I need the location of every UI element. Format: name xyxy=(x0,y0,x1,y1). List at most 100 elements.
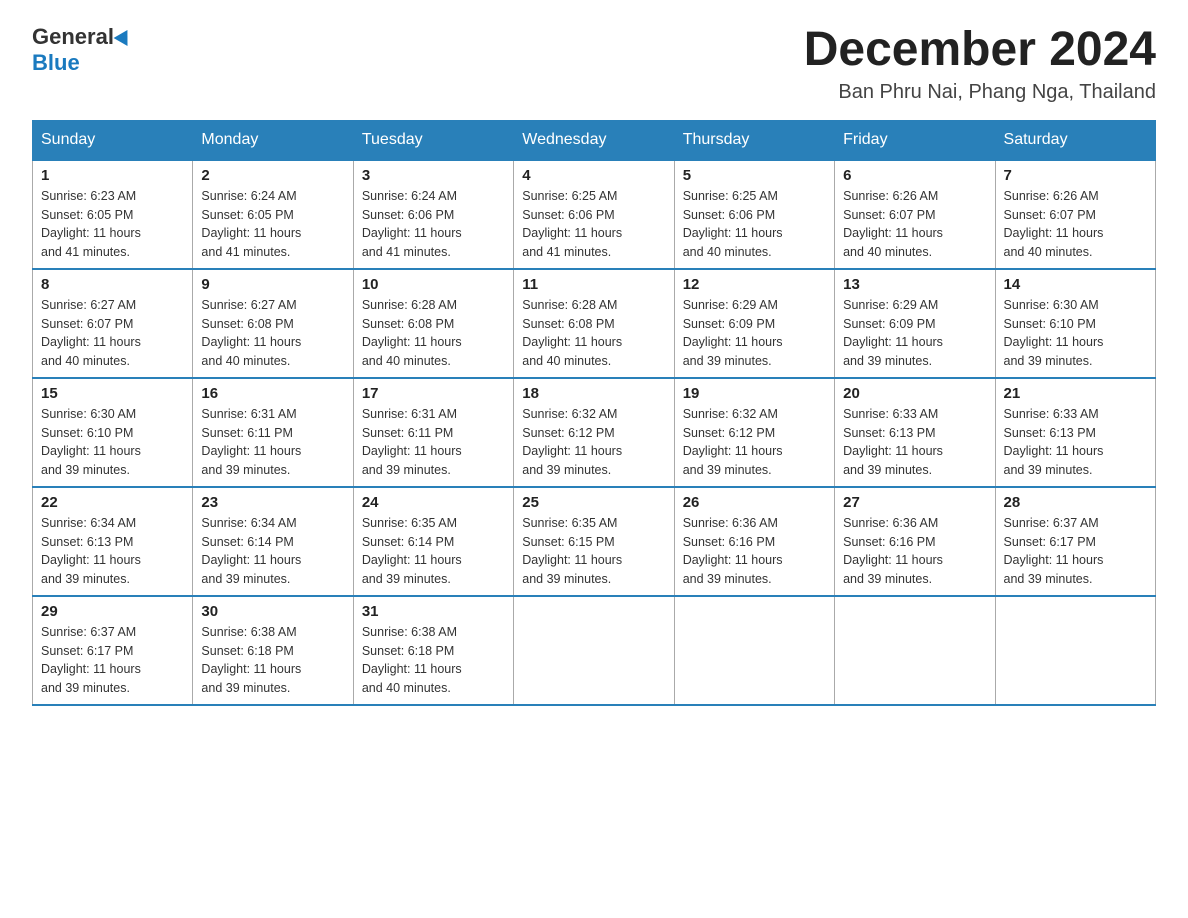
calendar-cell: 17 Sunrise: 6:31 AMSunset: 6:11 PMDaylig… xyxy=(353,378,513,487)
calendar-cell: 12 Sunrise: 6:29 AMSunset: 6:09 PMDaylig… xyxy=(674,269,834,378)
page-subtitle: Ban Phru Nai, Phang Nga, Thailand xyxy=(804,81,1156,104)
day-info: Sunrise: 6:36 AMSunset: 6:16 PMDaylight:… xyxy=(843,514,986,589)
day-number: 7 xyxy=(1004,167,1147,184)
calendar-cell: 22 Sunrise: 6:34 AMSunset: 6:13 PMDaylig… xyxy=(33,487,193,596)
day-number: 19 xyxy=(683,385,826,402)
day-info: Sunrise: 6:35 AMSunset: 6:15 PMDaylight:… xyxy=(522,514,665,589)
calendar-cell: 26 Sunrise: 6:36 AMSunset: 6:16 PMDaylig… xyxy=(674,487,834,596)
calendar-cell: 28 Sunrise: 6:37 AMSunset: 6:17 PMDaylig… xyxy=(995,487,1155,596)
day-info: Sunrise: 6:29 AMSunset: 6:09 PMDaylight:… xyxy=(843,296,986,371)
col-header-friday: Friday xyxy=(835,120,995,160)
calendar-cell: 13 Sunrise: 6:29 AMSunset: 6:09 PMDaylig… xyxy=(835,269,995,378)
logo-triangle-icon xyxy=(114,30,135,50)
day-number: 17 xyxy=(362,385,505,402)
calendar-cell: 19 Sunrise: 6:32 AMSunset: 6:12 PMDaylig… xyxy=(674,378,834,487)
day-number: 9 xyxy=(201,276,344,293)
col-header-thursday: Thursday xyxy=(674,120,834,160)
day-info: Sunrise: 6:26 AMSunset: 6:07 PMDaylight:… xyxy=(843,187,986,262)
calendar-cell: 29 Sunrise: 6:37 AMSunset: 6:17 PMDaylig… xyxy=(33,596,193,705)
day-number: 8 xyxy=(41,276,184,293)
calendar-cell: 27 Sunrise: 6:36 AMSunset: 6:16 PMDaylig… xyxy=(835,487,995,596)
calendar-cell: 24 Sunrise: 6:35 AMSunset: 6:14 PMDaylig… xyxy=(353,487,513,596)
day-number: 26 xyxy=(683,494,826,511)
calendar-cell: 31 Sunrise: 6:38 AMSunset: 6:18 PMDaylig… xyxy=(353,596,513,705)
day-number: 25 xyxy=(522,494,665,511)
day-info: Sunrise: 6:37 AMSunset: 6:17 PMDaylight:… xyxy=(41,623,184,698)
day-number: 3 xyxy=(362,167,505,184)
day-info: Sunrise: 6:33 AMSunset: 6:13 PMDaylight:… xyxy=(1004,405,1147,480)
day-number: 21 xyxy=(1004,385,1147,402)
calendar-cell: 23 Sunrise: 6:34 AMSunset: 6:14 PMDaylig… xyxy=(193,487,353,596)
day-number: 13 xyxy=(843,276,986,293)
day-number: 29 xyxy=(41,603,184,620)
calendar-cell: 7 Sunrise: 6:26 AMSunset: 6:07 PMDayligh… xyxy=(995,160,1155,269)
calendar-cell: 6 Sunrise: 6:26 AMSunset: 6:07 PMDayligh… xyxy=(835,160,995,269)
logo-blue-text: Blue xyxy=(32,50,80,75)
calendar-cell xyxy=(514,596,674,705)
day-number: 24 xyxy=(362,494,505,511)
calendar-cell: 8 Sunrise: 6:27 AMSunset: 6:07 PMDayligh… xyxy=(33,269,193,378)
day-number: 30 xyxy=(201,603,344,620)
calendar-cell: 1 Sunrise: 6:23 AMSunset: 6:05 PMDayligh… xyxy=(33,160,193,269)
day-number: 5 xyxy=(683,167,826,184)
calendar-cell: 20 Sunrise: 6:33 AMSunset: 6:13 PMDaylig… xyxy=(835,378,995,487)
col-header-saturday: Saturday xyxy=(995,120,1155,160)
day-number: 11 xyxy=(522,276,665,293)
logo: General Blue xyxy=(32,24,132,76)
day-number: 27 xyxy=(843,494,986,511)
calendar-cell: 2 Sunrise: 6:24 AMSunset: 6:05 PMDayligh… xyxy=(193,160,353,269)
calendar-cell: 3 Sunrise: 6:24 AMSunset: 6:06 PMDayligh… xyxy=(353,160,513,269)
day-info: Sunrise: 6:24 AMSunset: 6:05 PMDaylight:… xyxy=(201,187,344,262)
day-info: Sunrise: 6:24 AMSunset: 6:06 PMDaylight:… xyxy=(362,187,505,262)
calendar-cell xyxy=(995,596,1155,705)
calendar-cell: 14 Sunrise: 6:30 AMSunset: 6:10 PMDaylig… xyxy=(995,269,1155,378)
day-info: Sunrise: 6:37 AMSunset: 6:17 PMDaylight:… xyxy=(1004,514,1147,589)
day-number: 22 xyxy=(41,494,184,511)
day-number: 6 xyxy=(843,167,986,184)
day-number: 2 xyxy=(201,167,344,184)
day-info: Sunrise: 6:23 AMSunset: 6:05 PMDaylight:… xyxy=(41,187,184,262)
calendar-week-4: 22 Sunrise: 6:34 AMSunset: 6:13 PMDaylig… xyxy=(33,487,1156,596)
day-info: Sunrise: 6:38 AMSunset: 6:18 PMDaylight:… xyxy=(362,623,505,698)
col-header-wednesday: Wednesday xyxy=(514,120,674,160)
day-info: Sunrise: 6:25 AMSunset: 6:06 PMDaylight:… xyxy=(683,187,826,262)
calendar-cell: 5 Sunrise: 6:25 AMSunset: 6:06 PMDayligh… xyxy=(674,160,834,269)
calendar-cell xyxy=(674,596,834,705)
day-info: Sunrise: 6:25 AMSunset: 6:06 PMDaylight:… xyxy=(522,187,665,262)
day-number: 31 xyxy=(362,603,505,620)
day-info: Sunrise: 6:32 AMSunset: 6:12 PMDaylight:… xyxy=(683,405,826,480)
day-info: Sunrise: 6:30 AMSunset: 6:10 PMDaylight:… xyxy=(41,405,184,480)
calendar-cell: 21 Sunrise: 6:33 AMSunset: 6:13 PMDaylig… xyxy=(995,378,1155,487)
col-header-sunday: Sunday xyxy=(33,120,193,160)
calendar-cell: 9 Sunrise: 6:27 AMSunset: 6:08 PMDayligh… xyxy=(193,269,353,378)
day-number: 15 xyxy=(41,385,184,402)
day-number: 20 xyxy=(843,385,986,402)
calendar-cell: 16 Sunrise: 6:31 AMSunset: 6:11 PMDaylig… xyxy=(193,378,353,487)
calendar-cell: 30 Sunrise: 6:38 AMSunset: 6:18 PMDaylig… xyxy=(193,596,353,705)
calendar-cell: 15 Sunrise: 6:30 AMSunset: 6:10 PMDaylig… xyxy=(33,378,193,487)
day-info: Sunrise: 6:33 AMSunset: 6:13 PMDaylight:… xyxy=(843,405,986,480)
calendar-table: SundayMondayTuesdayWednesdayThursdayFrid… xyxy=(32,120,1156,706)
day-number: 28 xyxy=(1004,494,1147,511)
day-number: 12 xyxy=(683,276,826,293)
day-info: Sunrise: 6:27 AMSunset: 6:08 PMDaylight:… xyxy=(201,296,344,371)
calendar-cell xyxy=(835,596,995,705)
calendar-cell: 18 Sunrise: 6:32 AMSunset: 6:12 PMDaylig… xyxy=(514,378,674,487)
page-title: December 2024 xyxy=(804,24,1156,77)
day-info: Sunrise: 6:34 AMSunset: 6:13 PMDaylight:… xyxy=(41,514,184,589)
calendar-week-3: 15 Sunrise: 6:30 AMSunset: 6:10 PMDaylig… xyxy=(33,378,1156,487)
day-number: 23 xyxy=(201,494,344,511)
calendar-cell: 10 Sunrise: 6:28 AMSunset: 6:08 PMDaylig… xyxy=(353,269,513,378)
day-info: Sunrise: 6:32 AMSunset: 6:12 PMDaylight:… xyxy=(522,405,665,480)
calendar-cell: 11 Sunrise: 6:28 AMSunset: 6:08 PMDaylig… xyxy=(514,269,674,378)
day-info: Sunrise: 6:34 AMSunset: 6:14 PMDaylight:… xyxy=(201,514,344,589)
day-number: 14 xyxy=(1004,276,1147,293)
day-info: Sunrise: 6:35 AMSunset: 6:14 PMDaylight:… xyxy=(362,514,505,589)
calendar-week-1: 1 Sunrise: 6:23 AMSunset: 6:05 PMDayligh… xyxy=(33,160,1156,269)
day-info: Sunrise: 6:30 AMSunset: 6:10 PMDaylight:… xyxy=(1004,296,1147,371)
day-info: Sunrise: 6:31 AMSunset: 6:11 PMDaylight:… xyxy=(201,405,344,480)
day-info: Sunrise: 6:28 AMSunset: 6:08 PMDaylight:… xyxy=(522,296,665,371)
logo-top-row: General xyxy=(32,24,132,50)
day-info: Sunrise: 6:36 AMSunset: 6:16 PMDaylight:… xyxy=(683,514,826,589)
calendar-week-2: 8 Sunrise: 6:27 AMSunset: 6:07 PMDayligh… xyxy=(33,269,1156,378)
